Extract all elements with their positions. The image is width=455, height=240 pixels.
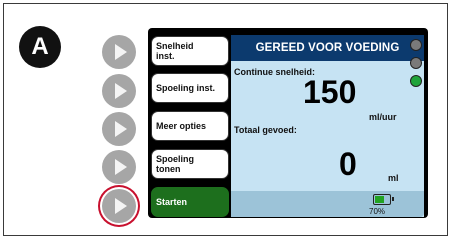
menu-button-label: Meer opties <box>156 120 207 131</box>
start-button[interactable]: Starten <box>151 187 229 217</box>
start-button-label: Starten <box>156 196 188 207</box>
total-label: Totaal gevoed: <box>234 125 297 135</box>
side-play-button-1[interactable] <box>102 35 136 69</box>
status-footer <box>231 191 424 217</box>
rate-value: 150 <box>303 74 357 110</box>
battery-percent: 70% <box>369 207 386 216</box>
battery-icon <box>373 194 394 205</box>
menu-button-label: Spoeling tonen <box>156 153 194 174</box>
total-value: 0 <box>339 146 357 182</box>
indicator-light-power <box>410 75 422 87</box>
indicator-light-1 <box>410 39 422 51</box>
menu-button-label: Spoeling inst. <box>156 82 216 93</box>
rate-unit: ml/uur <box>369 112 397 122</box>
status-header: GEREED VOOR VOEDING <box>231 35 424 61</box>
side-play-button-start[interactable] <box>102 189 136 223</box>
side-play-button-4[interactable] <box>102 150 136 184</box>
menu-button-meer-opties[interactable]: Meer opties <box>151 111 229 141</box>
side-play-button-2[interactable] <box>102 74 136 108</box>
menu-button-spoeling-tonen[interactable]: Spoeling tonen <box>151 149 229 179</box>
indicator-light-2 <box>410 57 422 69</box>
panel-badge: A <box>19 26 61 68</box>
menu-button-spoeling-inst[interactable]: Spoeling inst. <box>151 73 229 103</box>
side-play-button-3[interactable] <box>102 112 136 146</box>
total-unit: ml <box>388 173 399 183</box>
menu-button-snelheid-inst[interactable]: Snelheid inst. <box>151 36 229 66</box>
menu-button-label: Snelheid inst. <box>156 40 194 61</box>
